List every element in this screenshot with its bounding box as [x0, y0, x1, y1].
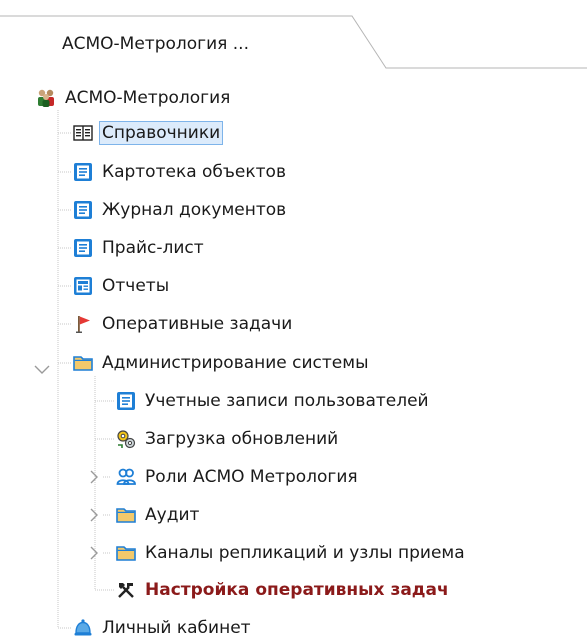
collapsed-chevron-icon[interactable]	[90, 546, 98, 560]
document-list-icon	[73, 162, 93, 182]
tree-item-administration[interactable]: Администрирование системы	[73, 348, 372, 378]
tree-item-audit[interactable]: Аудит	[116, 500, 202, 530]
tree-item-tasks[interactable]: Оперативные задачи	[73, 309, 295, 339]
collapsed-chevron-icon[interactable]	[90, 470, 98, 484]
tree-item-replication[interactable]: Каналы репликаций и узлы приема	[116, 538, 468, 568]
tree-item-spravochniki[interactable]: Справочники	[73, 118, 224, 148]
document-list-icon	[116, 391, 136, 411]
tree-item-label: Роли АСМО Метрология	[145, 467, 358, 487]
tree-item-label: Настройка оперативных задач	[145, 580, 449, 600]
users-group-icon	[36, 88, 56, 108]
book-icon	[73, 123, 93, 143]
folder-icon	[116, 543, 136, 563]
tree-item-label: Прайс-лист	[102, 238, 204, 258]
navigation-tree: АСМО-Метрология Справочники Картотека об…	[0, 0, 587, 639]
tree-item-label: Личный кабинет	[102, 618, 251, 638]
folder-icon	[73, 353, 93, 373]
folder-icon	[116, 505, 136, 525]
tree-item-roles[interactable]: Роли АСМО Метрология	[116, 462, 361, 492]
document-list-icon	[73, 200, 93, 220]
tree-item-label: Администрирование системы	[102, 353, 369, 373]
tree-item-label: Справочники	[99, 121, 224, 145]
flag-icon	[73, 314, 93, 334]
report-icon	[73, 276, 93, 296]
tree-item-task-settings[interactable]: Настройка оперативных задач	[116, 575, 452, 605]
tree-item-label: Оперативные задачи	[102, 314, 293, 334]
tree-item-label: Отчеты	[102, 276, 170, 296]
document-list-icon	[73, 238, 93, 258]
tree-item-label: Аудит	[145, 505, 200, 525]
tree-item-user-accounts[interactable]: Учетные записи пользователей	[116, 386, 432, 416]
roles-icon	[116, 467, 136, 487]
tree-item-price-list[interactable]: Прайс-лист	[73, 233, 207, 263]
tree-item-updates[interactable]: Загрузка обновлений	[116, 424, 341, 454]
expanded-chevron-icon[interactable]	[34, 365, 50, 374]
tree-item-label: Учетные записи пользователей	[145, 391, 429, 411]
tree-item-kartoteka[interactable]: Картотека объектов	[73, 157, 289, 187]
tools-icon	[116, 580, 136, 600]
bell-icon	[73, 618, 93, 638]
tree-root-label: АСМО-Метрология	[65, 88, 231, 108]
tree-root[interactable]: АСМО-Метрология	[36, 83, 233, 113]
collapsed-chevron-icon[interactable]	[90, 508, 98, 522]
tree-item-reports[interactable]: Отчеты	[73, 271, 172, 301]
tree-item-label: Журнал документов	[102, 200, 287, 220]
tree-item-label: Каналы репликаций и узлы приема	[145, 543, 465, 563]
tree-item-zhurnal[interactable]: Журнал документов	[73, 195, 289, 225]
update-gears-icon	[116, 429, 136, 449]
tree-item-label: Загрузка обновлений	[145, 429, 339, 449]
tree-item-label: Картотека объектов	[102, 162, 286, 182]
